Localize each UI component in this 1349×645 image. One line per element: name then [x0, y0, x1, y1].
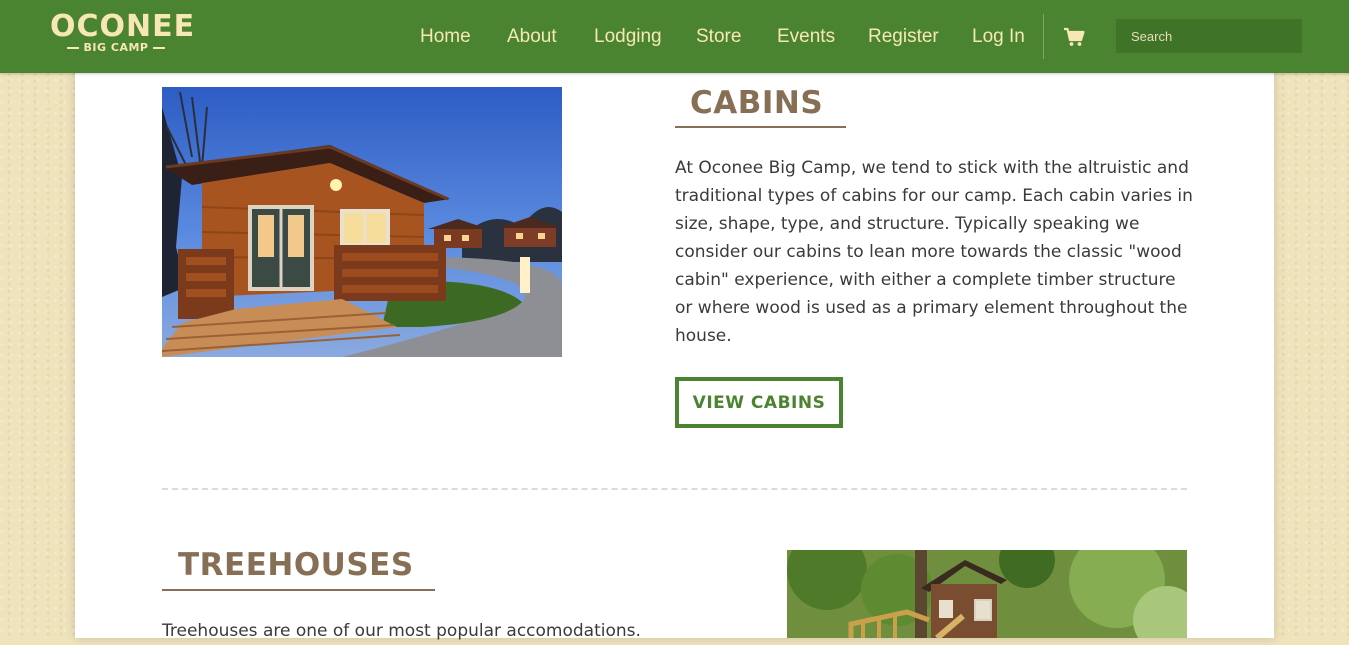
logo-title: OCONEE: [50, 9, 196, 44]
view-cabins-button[interactable]: VIEW CABINS: [675, 377, 843, 428]
cabins-heading: CABINS: [690, 85, 824, 121]
cabins-heading-wrap: CABINS: [675, 84, 875, 130]
section-divider: [162, 488, 1187, 490]
nav-lodging[interactable]: Lodging: [594, 25, 662, 49]
logo-dash-right: [153, 47, 166, 49]
site-logo[interactable]: OCONEE BIG CAMP: [50, 9, 196, 61]
logo-dash-left: [66, 47, 79, 49]
treehouse-photo: [787, 550, 1187, 638]
treehouses-heading: TREEHOUSES: [178, 547, 414, 583]
nav-divider: [1043, 14, 1044, 59]
shopping-cart-icon[interactable]: [1063, 26, 1085, 48]
cabins-heading-underline: [675, 126, 846, 128]
treehouses-description: Treehouses are one of our most popular a…: [162, 621, 641, 641]
nav-events[interactable]: Events: [777, 25, 835, 49]
search-input[interactable]: [1116, 19, 1302, 53]
nav-home[interactable]: Home: [420, 25, 471, 49]
treehouses-heading-underline: [162, 589, 435, 591]
logo-subtitle: BIG CAMP: [83, 41, 149, 54]
cabin-photo: [162, 87, 562, 357]
site-header: OCONEE BIG CAMP Home About Lodging Store…: [0, 0, 1349, 73]
nav-about[interactable]: About: [507, 25, 557, 49]
nav-register[interactable]: Register: [868, 25, 939, 49]
nav-log-in[interactable]: Log In: [972, 25, 1025, 49]
cabins-description: At Oconee Big Camp, we tend to stick wit…: [675, 158, 1193, 346]
treehouses-heading-wrap: TREEHOUSES: [162, 546, 452, 594]
nav-store[interactable]: Store: [696, 25, 741, 49]
